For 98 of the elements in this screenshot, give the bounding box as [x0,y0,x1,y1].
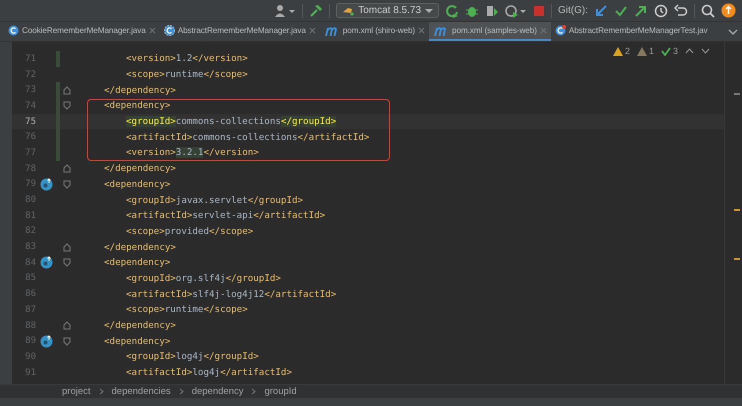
scroll-marker [734,93,740,95]
code-line: <scope>provided</scope> [125,226,254,237]
fold-marker-icon[interactable] [63,242,71,252]
close-icon[interactable] [418,27,426,34]
push-arrow-icon[interactable] [634,4,648,18]
avatar-icon[interactable] [721,3,736,18]
line-number: 77 [24,148,36,158]
code-line: <artifactId>servlet-api</artifactId> [125,210,326,222]
scroll-marker [734,258,740,260]
line-number: 79 [24,179,36,190]
close-icon[interactable] [148,27,156,34]
editor-tab[interactable]: pom.xml (samples-web) [429,22,551,41]
fold-marker-icon[interactable] [63,164,71,174]
user-icon[interactable] [274,4,296,18]
profile-icon[interactable] [505,4,527,18]
code-line: <dependency> [103,100,170,112]
history-icon[interactable] [654,4,668,18]
line-number: 89 [24,336,36,346]
line-number: 87 [24,304,36,315]
hammer-icon[interactable] [309,4,324,18]
line-number: 88 [24,320,36,331]
code-line: </dependency> [103,163,176,174]
update-arrow-icon[interactable] [594,4,608,18]
class-icon [8,25,19,36]
code-line: <artifactId>commons-collections</artifactId> [125,132,370,143]
close-icon[interactable] [308,27,316,34]
editor-tab[interactable]: AbstractRememberMeManager.java [160,22,320,41]
line-number: 75 [24,116,36,127]
line-number: 71 [24,54,36,64]
code-line: <scope>runtime</scope> [125,304,248,316]
check-icon [660,46,671,56]
code-line: <dependency> [103,257,170,268]
line-number: 80 [24,195,36,206]
line-number: 73 [24,85,36,96]
line-number: 81 [24,210,36,221]
line-number: 91 [24,368,36,378]
line-number: 72 [24,70,36,80]
git-label: Git(G): [558,5,588,16]
fold-marker-icon[interactable] [63,180,71,189]
breadcrumb[interactable]: project [62,386,91,397]
warning-icon [612,46,623,56]
code-line: <dependency> [103,336,170,347]
line-number: 83 [24,242,36,252]
editor-tab[interactable]: CookieRememberMeManager.java [4,22,160,41]
caret-icon [425,8,433,14]
code-line: </dependency> [103,84,176,96]
line-number: 86 [24,289,36,300]
chevron-icon [98,388,104,395]
override-gutter-icon[interactable] [40,334,52,348]
fold-marker-icon[interactable] [63,336,71,346]
code-line: <groupId>org.slf4j</groupId> [125,272,281,284]
code-line: </dependency> [103,320,176,332]
code-line: <artifactId>log4j</artifactId> [125,367,292,378]
line-number: 82 [24,226,36,236]
override-gutter-icon[interactable] [40,256,52,270]
chevron-icon [178,388,184,395]
breadcrumb[interactable]: dependency [192,386,244,397]
rerun-icon[interactable] [445,4,459,18]
chevron-icon [251,388,256,395]
code-line: <version>1.2</version> [125,53,248,64]
commit-check-icon[interactable] [614,4,628,18]
code-line: <groupId>javax.servlet</groupId> [125,194,304,206]
code-line: <dependency> [103,178,170,190]
line-number: 76 [24,132,36,142]
undo-icon[interactable] [674,4,688,18]
maven-icon [324,26,340,36]
scroll-marker [734,209,740,211]
breadcrumb[interactable]: groupId [264,386,297,397]
code-line: <artifactId>slf4j-log4j12</artifactId> [125,288,336,300]
line-number: 90 [24,352,36,362]
inspection-count[interactable]: 2 [612,46,630,56]
inspection-count[interactable]: 1 [636,46,654,56]
class-icon [164,25,175,36]
editor-tab[interactable]: pom.xml (shiro-web) [320,22,430,41]
stop-icon[interactable] [533,4,545,16]
line-number: 78 [24,164,36,174]
fold-marker-icon[interactable] [63,258,71,268]
editor-tab[interactable]: AbstractRememberMeManagerTest.jav [550,22,712,41]
code-line: <version>3.2.1</version> [125,147,259,158]
code-line: <groupId>log4j</groupId> [125,351,259,362]
line-number: 74 [24,100,36,111]
class-icon [554,25,566,36]
code-line: </dependency> [103,242,176,253]
breadcrumb[interactable]: dependencies [112,386,171,397]
coverage-icon[interactable] [485,4,499,18]
inspection-count[interactable]: 3 [660,46,678,56]
override-gutter-icon[interactable] [40,178,52,191]
line-number: 85 [24,273,36,284]
warning-icon [636,46,647,56]
fold-marker-icon[interactable] [63,86,71,95]
fold-marker-icon[interactable] [63,101,71,110]
search-icon[interactable] [701,4,715,18]
code-line: <groupId>commons-collections</groupId> [125,116,336,128]
line-number: 84 [24,258,36,268]
code-line: <scope>runtime</scope> [125,69,248,80]
fold-marker-icon[interactable] [63,321,71,330]
run-configuration-dropdown[interactable]: Tomcat 8.5.73 [336,3,439,18]
tab-list-chevron-icon[interactable] [728,28,738,36]
